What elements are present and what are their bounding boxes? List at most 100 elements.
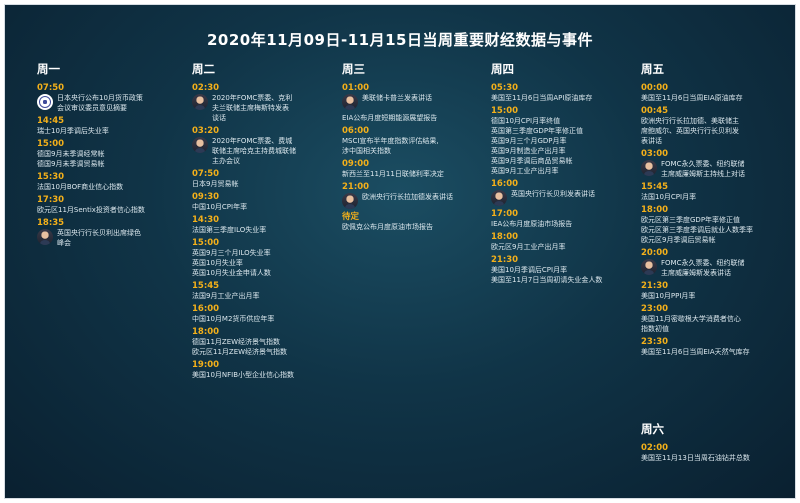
event-time: 21:00 <box>342 182 370 192</box>
event-entry: 01:00 美联储卡普兰发表讲话 <box>342 83 453 110</box>
event-items: 瑞士10月季调后失业率 <box>37 126 145 136</box>
event-items: 美国10月季调后CPI月率 美国至11月7日当周初请失业金人数 <box>491 265 602 285</box>
calendar-panel: 2020年11月09日-11月15日当周重要财经数据与事件 周一 07:50 日本央… <box>4 4 796 499</box>
event-row: 英国央行行长贝利出席绿色 峰会 <box>37 228 145 248</box>
event-items: MSCI宣布半年度指数评估结果, 涉中国相关指数 <box>342 136 453 156</box>
day-column: 周五 00:00 美国至11月6日当周EIA原油库存 00:45 欧洲央行行长拉加德、美… <box>641 61 753 360</box>
event-time: 18:00 <box>192 327 220 337</box>
event-item: 英国9月三个月GDP月率 <box>491 137 567 145</box>
event-item: 日本9月贸易帐 <box>192 180 239 188</box>
event-entry: 07:50 日本9月贸易帐 <box>192 169 296 189</box>
event-item: 美国10月季调后CPI月率 <box>491 266 568 274</box>
day-heading: 周四 <box>491 62 514 76</box>
event-time: 18:35 <box>37 218 65 228</box>
event-row: 日本央行公布10月货币政策 会议审议委员意见摘要 <box>37 93 145 113</box>
event-entry: 09:00 新西兰至11月11日联储利率决定 <box>342 159 453 179</box>
event-entry: 21:00 欧洲央行行长拉加德发表讲话 <box>342 182 453 209</box>
day-column: 周四 05:30 美国至11月6日当周API原油库存 15:00 德国10月CPI月率终… <box>491 61 602 288</box>
event-items: 欧洲央行行长拉加德发表讲话 <box>362 192 453 202</box>
event-item: 中国10月CPI年率 <box>192 203 248 211</box>
event-items: 美国10月NFIB小型企业信心指数 <box>192 370 296 380</box>
event-time: 18:00 <box>491 232 519 242</box>
day-heading: 周六 <box>641 422 664 436</box>
event-item: 美国至11月13日当周石油钻井总数 <box>641 454 750 462</box>
event-entry: 15:45 法国9月工业产出月率 <box>192 281 296 301</box>
day-column: 周二 02:30 2020年FOMC票委、克利 夫兰联储主席梅斯特发表 谈话 03:20 2… <box>192 61 296 383</box>
event-entry: 17:30 欧元区11月Sentix投资者信心指数 <box>37 195 145 215</box>
event-entry: 02:00 美国至11月13日当周石油钻井总数 <box>641 443 750 463</box>
day-heading: 周二 <box>192 62 215 76</box>
event-time: 09:00 <box>342 159 370 169</box>
event-time: 02:00 <box>641 443 669 453</box>
page-title: 2020年11月09日-11月15日当周重要财经数据与事件 <box>207 31 593 49</box>
event-entry: 09:30 中国10月CPI年率 <box>192 192 296 212</box>
event-items: 法国9月工业产出月率 <box>192 291 296 301</box>
event-item: 主办会议 <box>212 157 240 165</box>
event-item: FOMC永久票委、纽约联储 <box>661 160 745 168</box>
event-row: 英国央行行长贝利发表讲话 <box>491 189 602 206</box>
event-items: 美国至11月6日当周EIA原油库存 <box>641 93 753 103</box>
event-items: 中国10月M2货币供应年率 <box>192 314 296 324</box>
event-items: 美国10月PPI月率 <box>641 291 753 301</box>
event-items: 新西兰至11月11日联储利率决定 <box>342 169 453 179</box>
event-time: 06:00 <box>342 126 370 136</box>
event-item: FOMC永久票委、纽约联储 <box>661 259 745 267</box>
event-item: 会议审议委员意见摘要 <box>57 104 127 112</box>
event-item: 欧元区9月工业产出月率 <box>491 243 566 251</box>
event-item: 英国央行行长贝利出席绿色 <box>57 229 141 237</box>
event-items: 英国央行行长贝利出席绿色 峰会 <box>57 228 141 248</box>
event-row: 欧洲央行行长拉加德发表讲话 <box>342 192 453 209</box>
event-time: 14:45 <box>37 116 65 126</box>
event-time: 00:00 <box>641 83 669 93</box>
portrait-icon <box>641 259 657 275</box>
event-item: 英国央行行长贝利发表讲话 <box>511 190 595 198</box>
event-time: 15:00 <box>37 139 65 149</box>
event-row: 2020年FOMC票委、费城 联储主席哈克主持费城联储 主办会议 <box>192 136 296 166</box>
event-time: 15:45 <box>641 182 669 192</box>
event-items: 英国9月三个月ILO失业率 英国10月失业率 英国10月失业金申请人数 <box>192 248 296 278</box>
event-entry: EIA公布月度短期能源展望报告 <box>342 113 453 123</box>
event-item: 席鲍威尔、英国央行行长贝利发 <box>641 127 739 135</box>
event-item: 联储主席哈克主持费城联储 <box>212 147 296 155</box>
event-entry: 18:00 德国11月ZEW经济景气指数 欧元区11月ZEW经济景气指数 <box>192 327 296 357</box>
event-item: 美联储卡普兰发表讲话 <box>362 94 432 102</box>
event-item: 2020年FOMC票委、费城 <box>212 137 293 145</box>
event-row: FOMC永久票委、纽约联储 主席威廉姆斯主持线上对话 <box>641 159 753 179</box>
event-time: 21:30 <box>491 255 519 265</box>
event-time: 09:30 <box>192 192 220 202</box>
event-entry: 23:30 美国至11月6日当周EIA天然气库存 <box>641 337 753 357</box>
event-item: 主席威廉姆斯主持线上对话 <box>661 170 745 178</box>
event-entry: 15:30 法国10月BOF商业信心指数 <box>37 172 145 192</box>
event-time: 15:00 <box>192 238 220 248</box>
event-items: 美国至11月6日当周API原油库存 <box>491 93 602 103</box>
event-item: 德国9月未季调贸易帐 <box>37 160 105 168</box>
event-item: 欧元区9月季调后贸易帐 <box>641 236 716 244</box>
event-row: 美联储卡普兰发表讲话 <box>342 93 453 110</box>
event-item: 瑞士10月季调后失业率 <box>37 127 109 135</box>
event-time: 03:20 <box>192 126 220 136</box>
event-item: 谈话 <box>212 114 226 122</box>
event-entry: 23:00 美国11月密歇根大学消费者信心 指数初值 <box>641 304 753 334</box>
day-heading: 周五 <box>641 62 664 76</box>
day-heading: 周三 <box>342 62 365 76</box>
event-item: EIA公布月度短期能源展望报告 <box>342 114 438 122</box>
event-items: 德国9月未季调经常帐 德国9月未季调贸易帐 <box>37 149 145 169</box>
event-items: 美国至11月13日当周石油钻井总数 <box>641 453 750 463</box>
event-item: 英国第三季度GDP年率修正值 <box>491 127 584 135</box>
event-item: 德国10月CPI月率终值 <box>491 117 561 125</box>
event-item: 法国10月BOF商业信心指数 <box>37 183 124 191</box>
event-item: 英国10月失业金申请人数 <box>192 269 271 277</box>
event-item: 表讲话 <box>641 137 662 145</box>
event-items: 法国10月BOF商业信心指数 <box>37 182 145 192</box>
day-column: 周六 02:00 美国至11月13日当周石油钻井总数 <box>641 421 750 466</box>
event-items: 欧元区第三季度GDP年率修正值 欧元区第三季度季调后就业人数季率 欧元区9月季调后贸… <box>641 215 753 245</box>
event-item: 欧佩克公布月度原油市场报告 <box>342 223 433 231</box>
event-entry: 16:00 中国10月M2货币供应年率 <box>192 304 296 324</box>
event-entry: 03:00 FOMC永久票委、纽约联储 主席威廉姆斯主持线上对话 <box>641 149 753 179</box>
event-entry: 15:00 德国10月CPI月率终值 英国第三季度GDP年率修正值 英国9月三个月GD… <box>491 106 602 176</box>
event-time: 15:30 <box>37 172 65 182</box>
event-entry: 06:00 MSCI宣布半年度指数评估结果, 涉中国相关指数 <box>342 126 453 156</box>
event-item: 英国9月制造业产出月率 <box>491 147 566 155</box>
event-items: FOMC永久票委、纽约联储 主席威廉姆斯发表讲话 <box>661 258 744 278</box>
event-time: 02:30 <box>192 83 220 93</box>
